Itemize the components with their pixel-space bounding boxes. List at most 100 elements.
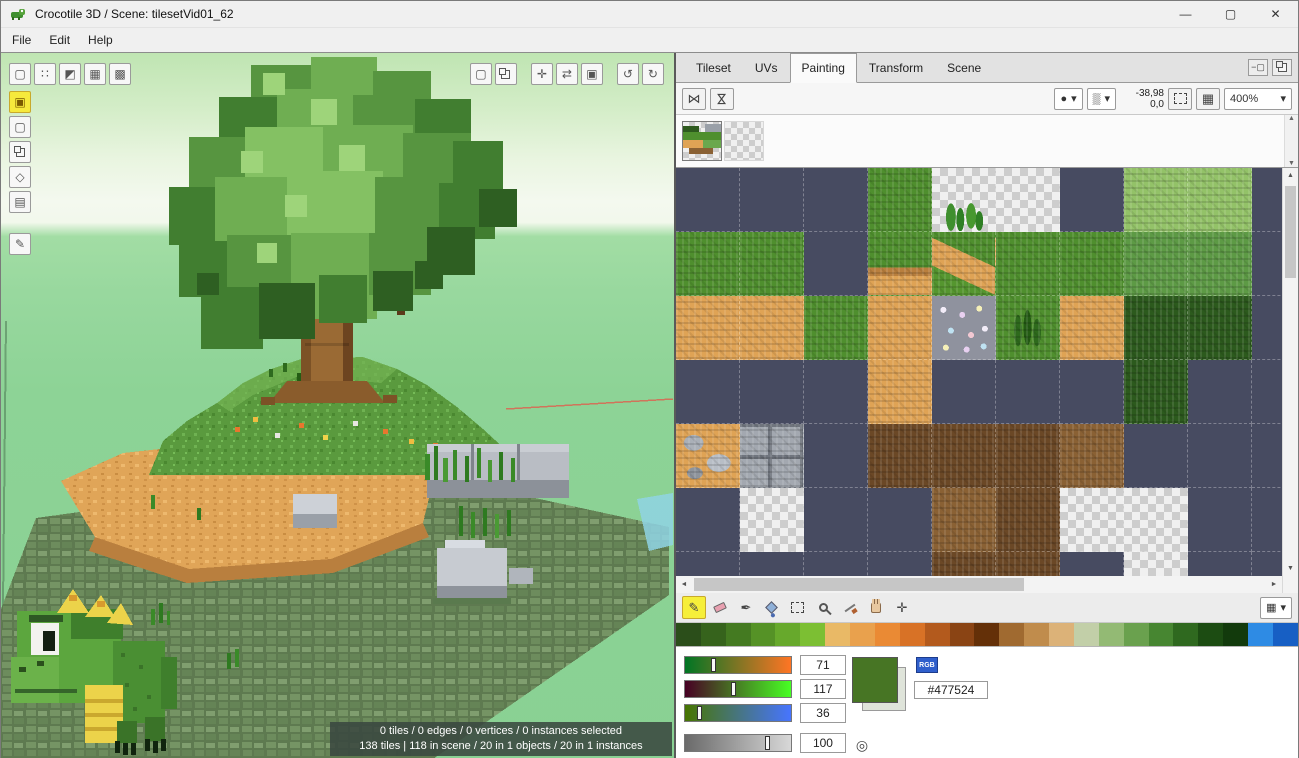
tile-slate[interactable]	[804, 424, 868, 488]
viewport-3d[interactable]: ▢ ∷ ◩ ▦ ▩ ▣ ▢ ◇ ▤ ✎ ▢ ✛ ⇄ ▣	[1, 53, 674, 758]
tile-wood[interactable]	[996, 424, 1060, 488]
view-layers-button[interactable]	[495, 63, 517, 85]
palette-swatch[interactable]	[999, 623, 1024, 646]
palette-swatch[interactable]	[1099, 623, 1124, 646]
cutter-tool-button[interactable]	[838, 596, 862, 619]
tile-slate[interactable]	[1124, 424, 1188, 488]
select-mode-button[interactable]: ▢	[9, 63, 31, 85]
pencil-tool-button[interactable]: ✎	[682, 596, 706, 619]
tile-wood[interactable]	[932, 552, 996, 576]
tile-stone[interactable]	[740, 424, 804, 488]
palette-swatch[interactable]	[950, 623, 975, 646]
palette-swatch[interactable]	[1248, 623, 1273, 646]
red-value[interactable]: 71	[800, 655, 846, 675]
tile-dirt[interactable]	[868, 296, 932, 360]
tile-leaves_light[interactable]	[1188, 168, 1252, 232]
tile-slate[interactable]	[804, 488, 868, 552]
tile-slate[interactable]	[1188, 360, 1252, 424]
palette-swatch[interactable]	[825, 623, 850, 646]
face-mode-button[interactable]: ◩	[59, 63, 81, 85]
tile-slate[interactable]	[1188, 424, 1252, 488]
scroll-up-icon[interactable]: ▲	[1288, 115, 1295, 122]
tile-wood[interactable]	[996, 488, 1060, 552]
tab-scene[interactable]: Scene	[935, 53, 993, 82]
rgb-mode-button[interactable]: RGB	[916, 657, 938, 673]
zoom-select[interactable]: 400% ▾	[1224, 88, 1292, 110]
tile-grass[interactable]	[868, 168, 932, 232]
tile-slate[interactable]	[1060, 360, 1124, 424]
tile-slate[interactable]	[804, 360, 868, 424]
tile-leaves_dark[interactable]	[1188, 296, 1252, 360]
tile-slate[interactable]	[676, 552, 740, 576]
close-button[interactable]: ✕	[1253, 1, 1298, 27]
palette-swatch[interactable]	[676, 623, 701, 646]
blue-slider[interactable]	[684, 704, 792, 722]
palette-swatch[interactable]	[800, 623, 825, 646]
tile-dirt_grass[interactable]	[932, 232, 996, 296]
tab-uvs[interactable]: UVs	[743, 53, 790, 82]
alpha-slider-handle[interactable]	[765, 736, 770, 750]
sprite-tool-button[interactable]: ▤	[9, 191, 31, 213]
blue-slider-handle[interactable]	[697, 706, 702, 720]
move-tool-button[interactable]: ✛	[890, 596, 914, 619]
color-picker-button[interactable]: ◎	[852, 735, 872, 755]
fill-bucket-tool-button[interactable]	[760, 596, 784, 619]
green-slider-handle[interactable]	[731, 682, 736, 696]
tile-grass_tuft[interactable]	[996, 296, 1060, 360]
thumbnail-scrollbar[interactable]: ▲ ▼	[1284, 115, 1298, 167]
tile-slate[interactable]	[740, 360, 804, 424]
tile-leaves[interactable]	[1188, 232, 1252, 296]
green-slider[interactable]	[684, 680, 792, 698]
tile-checker[interactable]	[996, 168, 1060, 232]
menu-file[interactable]: File	[3, 30, 40, 50]
gizmo-swap-button[interactable]: ⇄	[556, 63, 578, 85]
tile-slate[interactable]	[804, 552, 868, 576]
tile-slate[interactable]	[740, 552, 804, 576]
canvas-horizontal-scrollbar[interactable]: ◄ ►	[676, 576, 1298, 593]
tileset-thumbnail[interactable]	[682, 121, 722, 161]
box-tool-button[interactable]	[9, 141, 31, 163]
tile-grass[interactable]	[676, 232, 740, 296]
scroll-right-button[interactable]: ►	[1266, 576, 1282, 593]
grid-toggle-button[interactable]: ▦	[1196, 88, 1220, 110]
menu-edit[interactable]: Edit	[40, 30, 79, 50]
tile-grass[interactable]	[740, 232, 804, 296]
tile-slate[interactable]	[676, 168, 740, 232]
tile-wood[interactable]	[932, 424, 996, 488]
tile-wood_light[interactable]	[932, 488, 996, 552]
tile-leaves[interactable]	[1124, 232, 1188, 296]
horizontal-scroll-thumb[interactable]	[694, 578, 1024, 591]
hex-color-field[interactable]: #477524	[914, 681, 988, 699]
draw-tool-button[interactable]: ✎	[9, 233, 31, 255]
color-preview[interactable]	[852, 657, 898, 703]
prism-tool-button[interactable]: ◇	[9, 166, 31, 188]
tab-transform[interactable]: Transform	[857, 53, 935, 82]
tileset-canvas[interactable]: ▲ ▼	[676, 168, 1298, 576]
tile-checker[interactable]	[740, 488, 804, 552]
palette-swatch[interactable]	[1149, 623, 1174, 646]
palette-swatch[interactable]	[1198, 623, 1223, 646]
tile-grid-dropdown[interactable]: ▦ ▾	[1260, 597, 1292, 619]
tile-checker[interactable]	[1124, 488, 1188, 552]
flip-vertical-button[interactable]: ⋈	[710, 88, 734, 110]
dither-pattern-dropdown[interactable]: ▒ ▾	[1087, 88, 1116, 110]
tab-painting[interactable]: Painting	[790, 53, 857, 83]
tile-tool-button[interactable]: ▣	[9, 91, 31, 113]
tile-slate[interactable]	[804, 168, 868, 232]
canvas-vertical-scrollbar[interactable]: ▲ ▼	[1282, 168, 1298, 576]
tile-dirt[interactable]	[1060, 296, 1124, 360]
tileset-thumbnail-empty-slot[interactable]	[724, 121, 764, 161]
snap-mode-button[interactable]: ▩	[109, 63, 131, 85]
tile-dirt_stone[interactable]	[676, 424, 740, 488]
gizmo-move-button[interactable]: ✛	[531, 63, 553, 85]
zoom-tool-button[interactable]	[812, 596, 836, 619]
scroll-left-button[interactable]: ◄	[676, 576, 692, 593]
tile-grass[interactable]	[804, 296, 868, 360]
vertex-mode-button[interactable]: ∷	[34, 63, 56, 85]
palette-swatch[interactable]	[1074, 623, 1099, 646]
palette-swatch[interactable]	[974, 623, 999, 646]
palette-swatch[interactable]	[1124, 623, 1149, 646]
tile-leaves_dark[interactable]	[1124, 360, 1188, 424]
tile-grass[interactable]	[996, 232, 1060, 296]
quad-tool-button[interactable]: ▢	[9, 116, 31, 138]
